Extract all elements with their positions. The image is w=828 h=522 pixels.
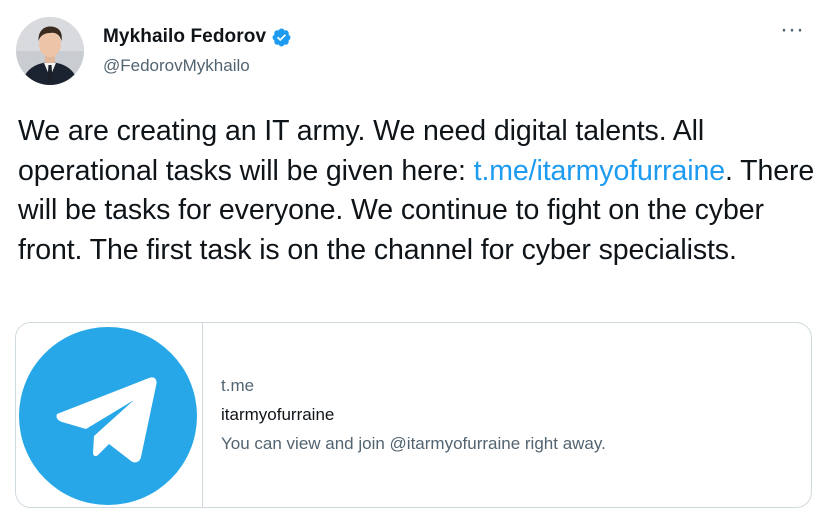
user-block: Mykhailo Fedorov @FedorovMykhailo (103, 24, 292, 76)
verified-badge-icon (271, 27, 292, 48)
card-media (16, 323, 202, 507)
display-name[interactable]: Mykhailo Fedorov (103, 26, 266, 48)
card-divider (202, 323, 203, 507)
tweet-text: We are creating an IT army. We need digi… (18, 112, 818, 270)
link-preview-card[interactable]: t.me itarmyofurraine You can view and jo… (15, 322, 812, 508)
card-description: You can view and join @itarmyofurraine r… (221, 434, 606, 453)
card-domain: t.me (221, 376, 255, 395)
display-name-row: Mykhailo Fedorov (103, 24, 292, 50)
more-horizontal-icon: ··· (780, 16, 804, 43)
avatar[interactable] (16, 17, 84, 85)
tweet: Mykhailo Fedorov @FedorovMykhailo ··· We… (0, 0, 828, 522)
user-handle[interactable]: @FedorovMykhailo (103, 56, 292, 76)
more-options-button[interactable]: ··· (776, 16, 808, 48)
tweet-link[interactable]: t.me/itarmyofurraine (474, 155, 726, 187)
telegram-logo-icon (19, 327, 197, 505)
card-title: itarmyofurraine (221, 405, 335, 424)
card-body: t.me itarmyofurraine You can view and jo… (221, 375, 606, 455)
